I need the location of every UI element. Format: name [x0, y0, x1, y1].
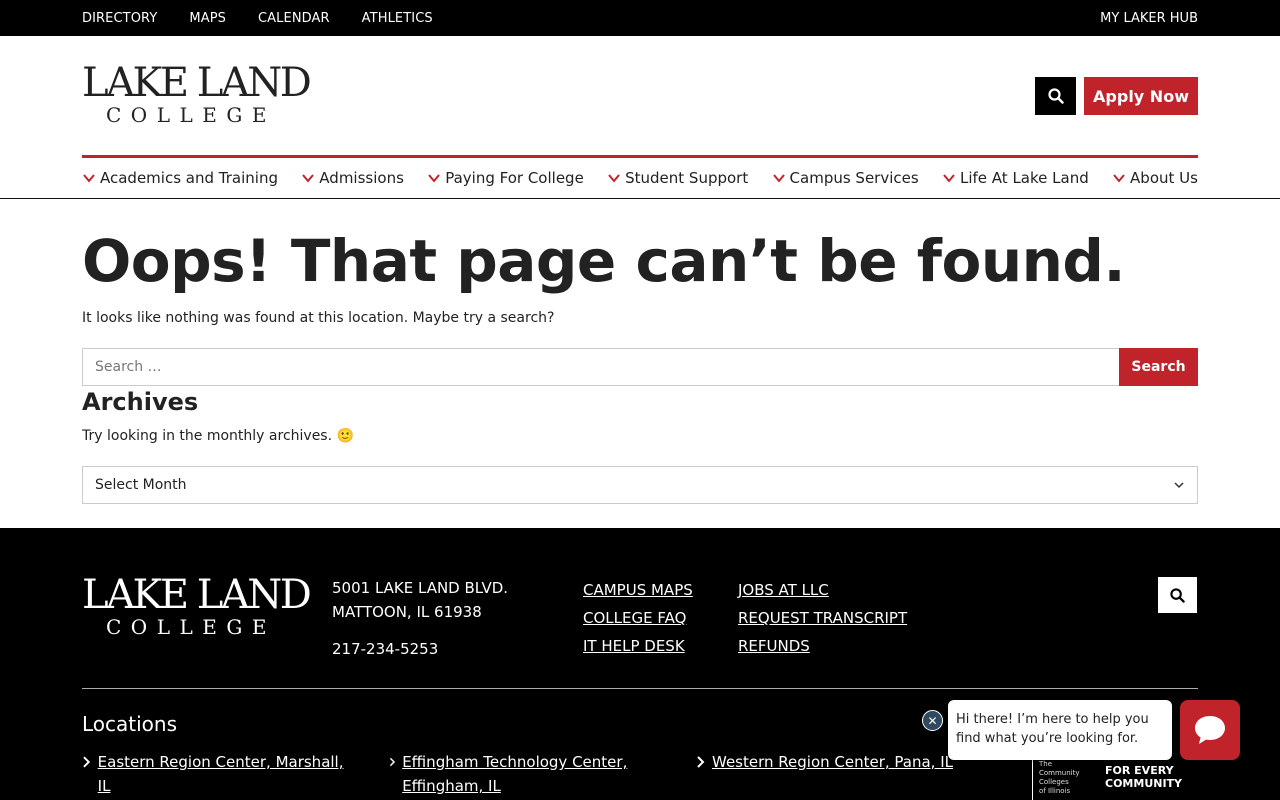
footer-link-transcript[interactable]: REQUEST TRANSCRIPT [738, 604, 907, 632]
main-nav: Academics and Training Admissions Paying… [82, 158, 1198, 198]
nav-item-label: Admissions [319, 169, 404, 187]
iccb-line: Community [1039, 769, 1080, 777]
address-line1: 5001 LAKE LAND BLVD. [332, 579, 509, 597]
nav-item-label: Student Support [625, 169, 749, 187]
chat-icon [1195, 716, 1225, 744]
location-eastern[interactable]: Eastern Region Center, Marshall, IL [82, 750, 352, 798]
iccb-big-text: FOR EVERY COMMUNITY [1105, 764, 1182, 790]
nav-item-label: Life At Lake Land [960, 169, 1089, 187]
nav-item-paying[interactable]: Paying For College [427, 169, 584, 187]
search-input[interactable] [82, 348, 1119, 386]
location-label: Eastern Region Center, Marshall, IL [97, 753, 344, 795]
location-effingham[interactable]: Effingham Technology Center, Effingham, … [389, 750, 639, 798]
iccb-big-line: FOR EVERY [1105, 764, 1174, 777]
footer-links-col1: CAMPUS MAPS COLLEGE FAQ IT HELP DESK [583, 576, 693, 660]
chevron-right-icon [389, 757, 396, 767]
archives-heading: Archives [82, 388, 199, 416]
nav-item-label: Paying For College [445, 169, 584, 187]
chat-close-button[interactable]: ✕ [922, 710, 943, 731]
archive-month-select[interactable]: Select Month [82, 466, 1198, 504]
nav-divider [0, 198, 1280, 199]
iccb-line: Colleges [1039, 778, 1069, 786]
nav-item-admissions[interactable]: Admissions [301, 169, 404, 187]
search-icon [1170, 587, 1185, 603]
footer-logo-line2: COLLEGE [106, 615, 276, 639]
utility-link-athletics[interactable]: ATHLETICS [362, 11, 433, 26]
chat-greeting-bubble[interactable]: Hi there! I’m here to help you find what… [948, 700, 1172, 760]
chevron-down-icon [83, 174, 95, 183]
nav-item-campus-services[interactable]: Campus Services [772, 169, 919, 187]
location-western[interactable]: Western Region Center, Pana, IL [696, 750, 966, 774]
chevron-down-icon [1113, 174, 1125, 183]
page-subtitle: It looks like nothing was found at this … [82, 310, 555, 326]
footer-link-college-faq[interactable]: COLLEGE FAQ [583, 604, 693, 632]
chevron-down-icon [302, 174, 315, 183]
utility-link-maps[interactable]: MAPS [189, 11, 226, 26]
chevron-down-icon [772, 174, 785, 183]
apply-now-button[interactable]: Apply Now [1084, 77, 1198, 115]
chevron-down-icon [1174, 482, 1184, 489]
archives-text: Try looking in the monthly archives. 🙂 [82, 428, 354, 444]
site-logo[interactable]: LAKE LAND COLLEGE [82, 60, 312, 128]
location-label: Effingham Technology Center, Effingham, … [402, 753, 628, 795]
search-submit-button[interactable]: Search [1119, 348, 1198, 386]
nav-item-life[interactable]: Life At Lake Land [942, 169, 1089, 187]
footer-address: 5001 LAKE LAND BLVD. MATTOON, IL 61938 [332, 576, 508, 624]
chevron-right-icon [83, 756, 91, 768]
chevron-down-icon [943, 174, 955, 183]
utility-link-calendar[interactable]: CALENDAR [258, 11, 330, 26]
iccb-big-line: COMMUNITY [1105, 777, 1183, 790]
utility-link-directory[interactable]: DIRECTORY [82, 11, 157, 26]
iccb-small-text: The Community Colleges of Illinois [1039, 760, 1080, 796]
iccb-line: of Illinois [1039, 787, 1071, 795]
footer-search-button[interactable] [1158, 577, 1197, 613]
page-title: Oops! That page can’t be found. [82, 227, 1125, 295]
utility-links: DIRECTORY MAPS CALENDAR ATHLETICS [82, 0, 433, 36]
nav-item-academics[interactable]: Academics and Training [82, 169, 278, 187]
locations-heading: Locations [82, 712, 178, 736]
footer-logo[interactable]: LAKE LAND COLLEGE [82, 572, 312, 640]
iccb-line: The [1039, 760, 1053, 768]
footer-divider [82, 688, 1198, 689]
footer-link-it-help-desk[interactable]: IT HELP DESK [583, 632, 693, 660]
chat-open-button[interactable] [1180, 700, 1240, 760]
my-laker-hub-link[interactable]: MY LAKER HUB [1100, 0, 1198, 36]
utility-bar: DIRECTORY MAPS CALENDAR ATHLETICS MY LAK… [0, 0, 1280, 36]
location-label: Western Region Center, Pana, IL [712, 753, 954, 771]
search-form: Search [82, 348, 1198, 386]
chevron-right-icon [697, 756, 705, 768]
nav-item-label: Campus Services [789, 169, 919, 187]
address-line2: MATTOON, IL 61938 [332, 603, 482, 621]
footer-logo-line1: LAKE LAND [82, 572, 312, 618]
search-icon [1047, 88, 1064, 104]
logo-line1: LAKE LAND [82, 60, 312, 106]
chevron-down-icon [428, 174, 440, 183]
nav-item-student-support[interactable]: Student Support [607, 169, 748, 187]
footer-link-campus-maps[interactable]: CAMPUS MAPS [583, 576, 693, 604]
nav-item-label: Academics and Training [100, 169, 278, 187]
footer-link-jobs[interactable]: JOBS AT LLC [738, 576, 907, 604]
select-value: Select Month [95, 477, 187, 493]
chevron-down-icon [608, 174, 620, 183]
footer-phone: 217-234-5253 [332, 640, 439, 658]
nav-item-label: About Us [1130, 169, 1198, 187]
footer-link-refunds[interactable]: REFUNDS [738, 632, 907, 660]
nav-item-about[interactable]: About Us [1112, 169, 1198, 187]
header-search-button[interactable] [1035, 77, 1076, 115]
footer-links-col2: JOBS AT LLC REQUEST TRANSCRIPT REFUNDS [738, 576, 907, 660]
logo-line2: COLLEGE [106, 103, 276, 127]
iccb-badge: The Community Colleges of Illinois FOR E… [1032, 760, 1198, 800]
